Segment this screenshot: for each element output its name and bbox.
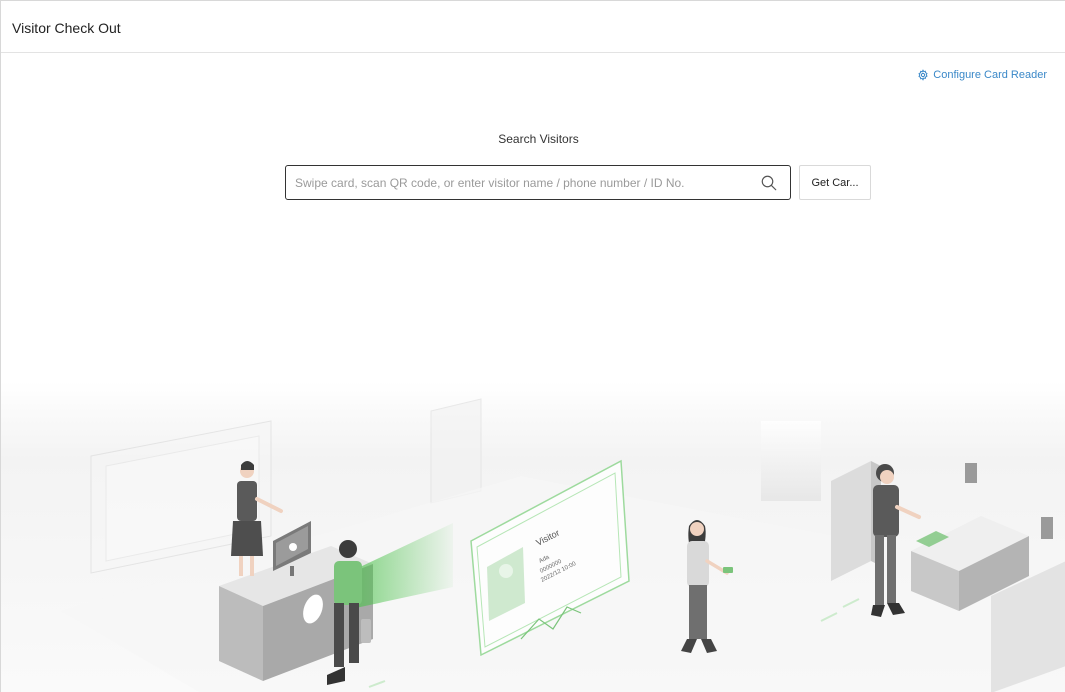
gear-icon [918, 69, 928, 81]
page-title: Visitor Check Out [12, 20, 121, 36]
configure-card-reader-link[interactable]: Configure Card Reader [917, 69, 1047, 81]
visitor-search-input[interactable] [295, 166, 745, 199]
search-heading: Search Visitors [498, 132, 579, 146]
visitor-checkout-window: Visitor Check Out Configure Card Reader … [0, 0, 1065, 692]
glass-partition [430, 398, 482, 504]
search-icon[interactable] [760, 174, 778, 192]
title-bar: Visitor Check Out [1, 1, 1065, 53]
get-card-button[interactable]: Get Car... [799, 165, 871, 200]
reception-illustration: Visitor Ada 0000000 2022/12 10:00 [1, 381, 1065, 692]
search-box[interactable] [285, 165, 791, 200]
configure-card-reader-label[interactable]: Configure Card Reader [933, 69, 1047, 81]
